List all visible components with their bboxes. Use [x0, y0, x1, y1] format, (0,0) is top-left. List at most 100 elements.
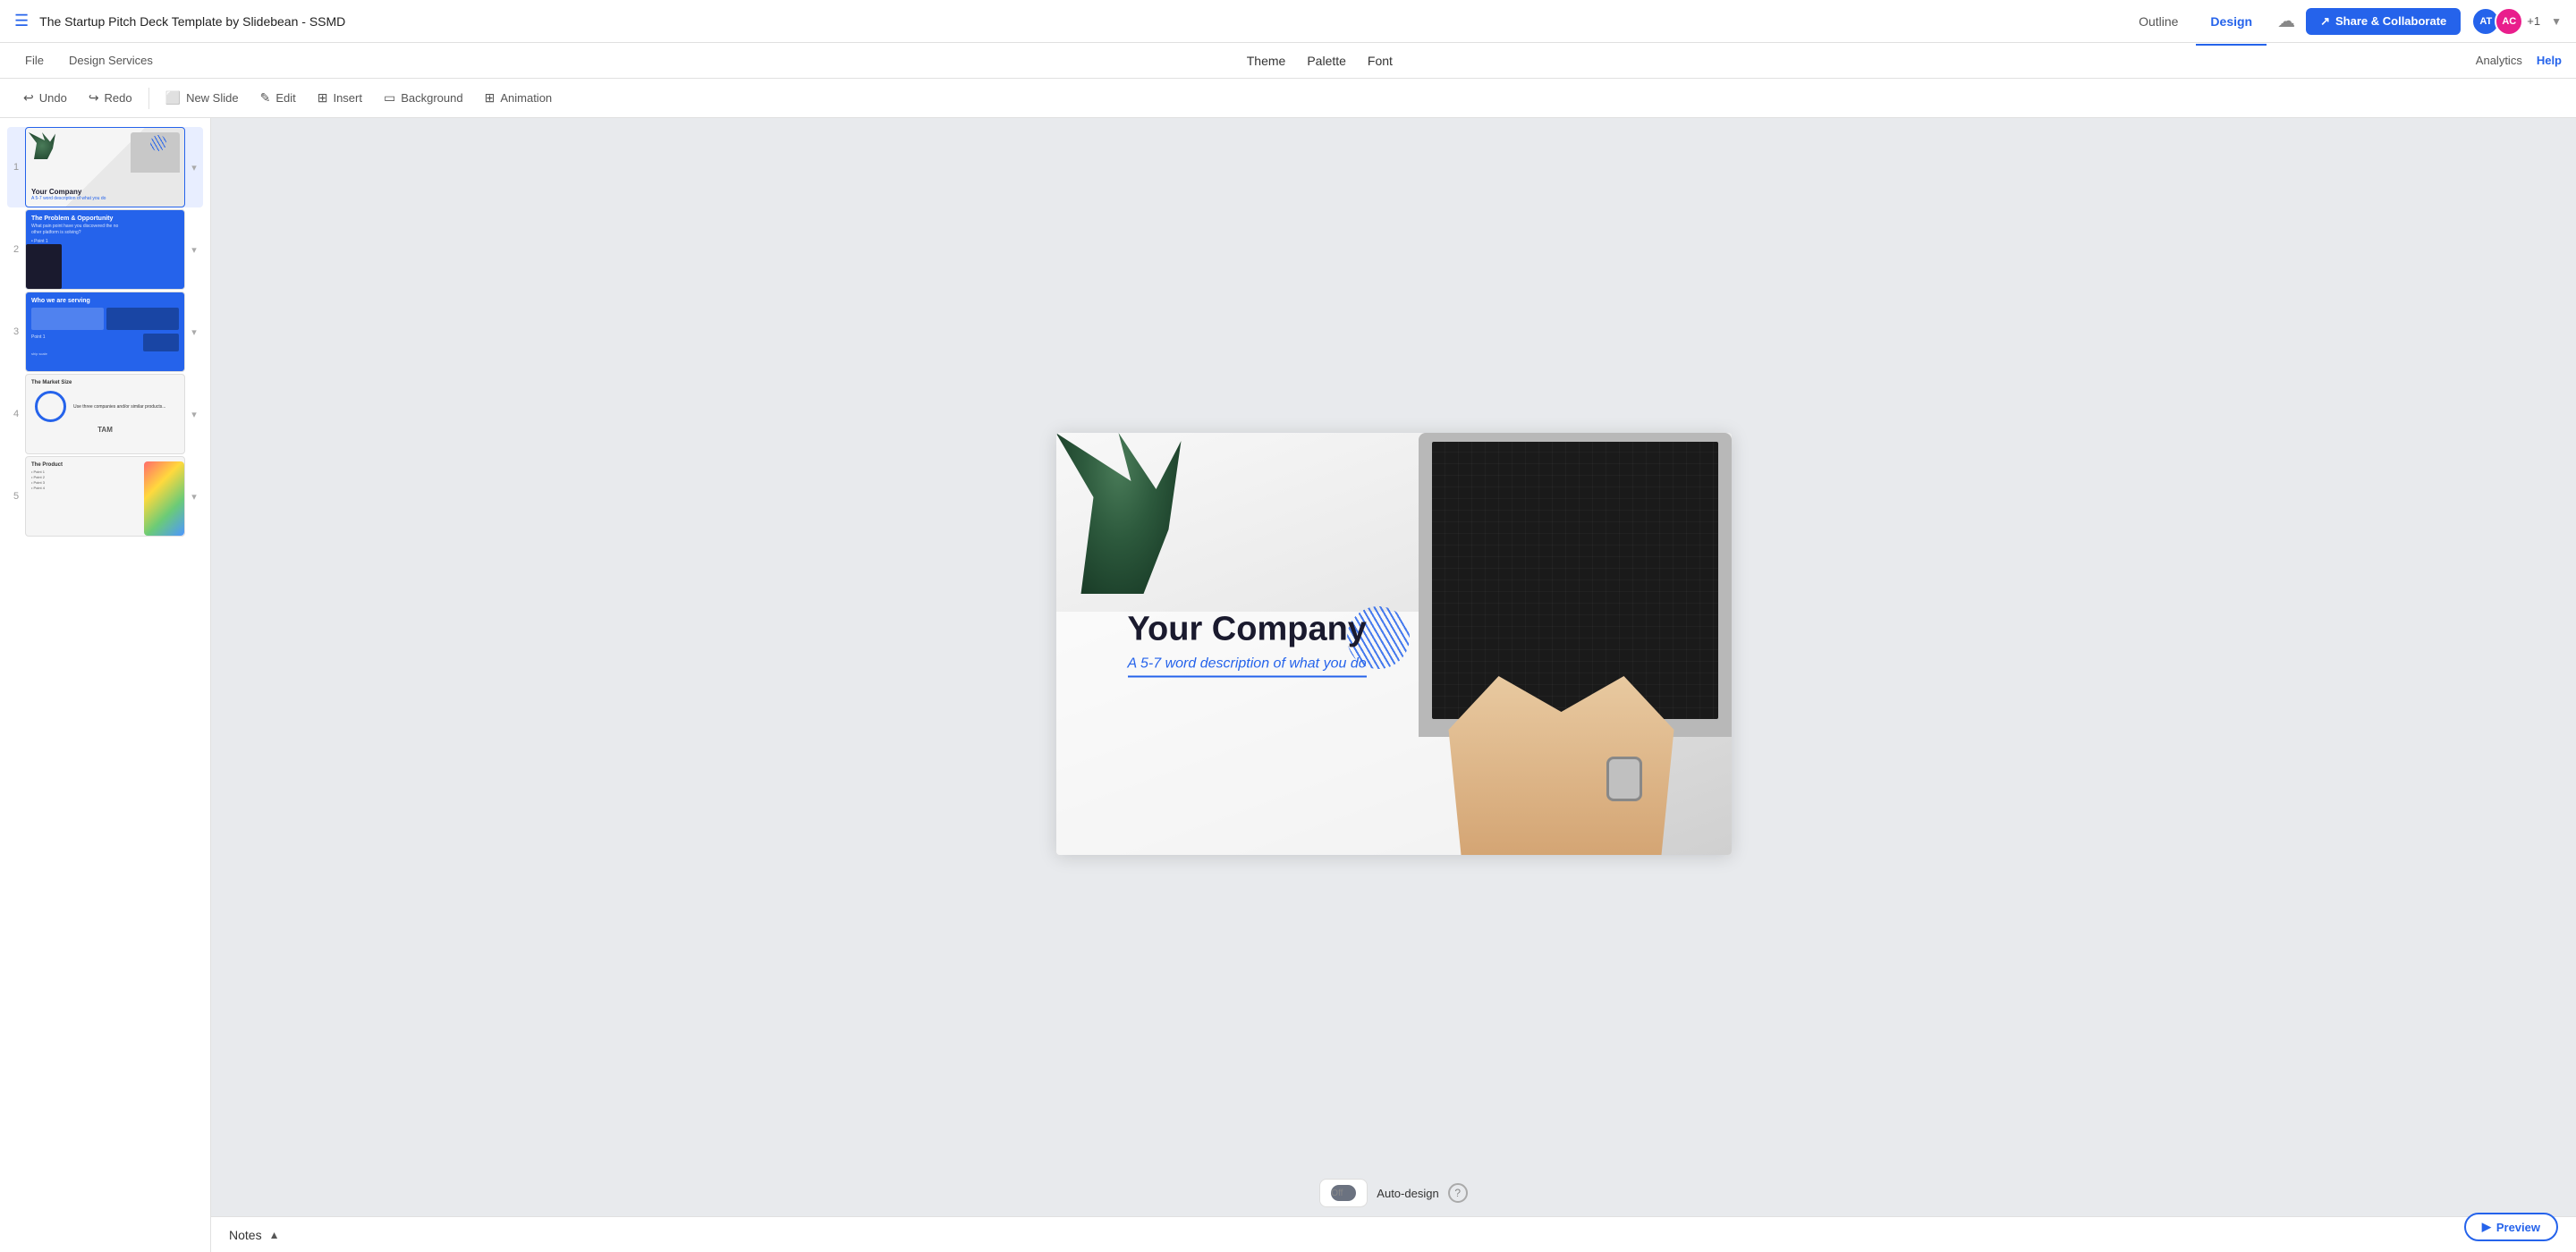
toggle-label: Off: [1331, 1189, 1343, 1198]
slide-description-text[interactable]: A 5-7 word description of what you do: [1128, 656, 1367, 678]
edit-toolbar: ↩ Undo ↪ Redo ⬜ New Slide ✎ Edit ⊞ Inser…: [0, 79, 2576, 118]
auto-design-help-icon[interactable]: ?: [1448, 1183, 1468, 1203]
slide-num-3: 3: [7, 292, 25, 372]
analytics-button[interactable]: Analytics: [2476, 54, 2522, 67]
animation-label: Animation: [500, 91, 552, 105]
tab-design[interactable]: Design: [2196, 9, 2267, 34]
share-collaborate-button[interactable]: ↗ Share & Collaborate: [2306, 8, 2461, 35]
slide-num-4: 4: [7, 374, 25, 454]
slide-watch-image: [1606, 757, 1642, 801]
avatar-count: +1: [2527, 14, 2540, 28]
background-icon: ▭: [384, 90, 395, 106]
slide-thumb-2: The Problem & Opportunity What pain poin…: [25, 209, 185, 290]
preview-icon: ▶: [2482, 1220, 2491, 1234]
thumb-2-img: [26, 244, 62, 289]
avatar-dropdown-arrow[interactable]: ▼: [2551, 15, 2562, 28]
design-services-menu[interactable]: Design Services: [58, 49, 164, 72]
slide-canvas[interactable]: Your Company A 5-7 word description of w…: [1056, 433, 1732, 855]
animation-button[interactable]: ⊞ Animation: [476, 85, 562, 111]
thumb-4-tam: TAM: [31, 426, 179, 434]
preview-label: Preview: [2496, 1221, 2540, 1234]
thumb-3-row1: [31, 308, 179, 330]
main-area: 1 Your Company A 5-7 word description of…: [0, 118, 2576, 1252]
second-toolbar: File Design Services Theme Palette Font …: [0, 43, 2576, 79]
separator-1: [148, 88, 149, 109]
thumb-2-title: The Problem & Opportunity: [31, 216, 179, 222]
slides-panel: 1 Your Company A 5-7 word description of…: [0, 118, 211, 1252]
edit-icon: ✎: [260, 90, 271, 106]
slide-thumb-3: Who we are serving Point 1 ship scale: [25, 292, 185, 372]
canvas-wrapper: Your Company A 5-7 word description of w…: [211, 118, 2576, 1170]
cloud-icon[interactable]: ☁: [2277, 10, 2295, 32]
slide-num-1: 1: [7, 127, 25, 207]
thumb-2-p1: What pain point have you discovered the …: [31, 224, 179, 229]
slide-5-chevron[interactable]: ▾: [185, 456, 203, 537]
thumb-3-title: Who we are serving: [31, 298, 179, 304]
thumb-1-title: Your Company: [31, 188, 179, 196]
share-icon: ↗: [2320, 14, 2330, 29]
edit-button[interactable]: ✎ Edit: [251, 85, 305, 111]
slide-item-3[interactable]: 3 Who we are serving Point 1 ship scale …: [7, 292, 203, 372]
redo-button[interactable]: ↪ Redo: [80, 85, 141, 111]
undo-icon: ↩: [23, 90, 34, 106]
slide-text-area: Your Company A 5-7 word description of w…: [1128, 611, 1367, 678]
slide-4-chevron[interactable]: ▾: [185, 374, 203, 454]
second-bar-right: Analytics Help: [2476, 54, 2562, 67]
notes-chevron-icon[interactable]: ▲: [269, 1229, 280, 1241]
theme-button[interactable]: Theme: [1247, 54, 1286, 68]
auto-design-bar: Off Auto-design ?: [211, 1170, 2576, 1216]
insert-button[interactable]: ⊞ Insert: [309, 85, 371, 111]
slide-thumb-5: The Product • Point 1 • Point 2 • Point …: [25, 456, 185, 537]
new-slide-label: New Slide: [186, 91, 239, 105]
nav-tabs: Outline Design: [2124, 9, 2267, 34]
tab-outline[interactable]: Outline: [2124, 9, 2192, 34]
slide-3-chevron[interactable]: ▾: [185, 292, 203, 372]
auto-design-toggle[interactable]: Off: [1319, 1179, 1368, 1207]
notes-label[interactable]: Notes: [229, 1228, 262, 1242]
redo-icon: ↪: [89, 90, 99, 106]
avatar-ac: AC: [2495, 7, 2523, 36]
slide-laptop-screen: [1432, 442, 1718, 719]
toggle-switch[interactable]: Off: [1331, 1185, 1356, 1201]
edit-label: Edit: [275, 91, 295, 105]
notes-bar: Notes ▲ ▶ Preview: [211, 1216, 2576, 1252]
slide-item-1[interactable]: 1 Your Company A 5-7 word description of…: [7, 127, 203, 207]
thumb-5-img: [144, 461, 184, 536]
redo-label: Redo: [105, 91, 132, 105]
undo-label: Undo: [39, 91, 67, 105]
app-title: The Startup Pitch Deck Template by Slide…: [39, 14, 2114, 29]
file-menu[interactable]: File: [14, 49, 55, 72]
insert-label: Insert: [333, 91, 362, 105]
thumb-4-title: The Market Size: [31, 380, 179, 385]
slide-2-chevron[interactable]: ▾: [185, 209, 203, 290]
thumb-2-p2: other platform is solving?: [31, 230, 179, 235]
slide-company-title[interactable]: Your Company: [1128, 611, 1367, 649]
nav-right: ☁ ↗ Share & Collaborate AT AC +1 ▼: [2277, 7, 2562, 36]
top-nav: ☰ The Startup Pitch Deck Template by Sli…: [0, 0, 2576, 43]
slide-1-chevron[interactable]: ▾: [185, 127, 203, 207]
slide-item-4[interactable]: 4 The Market Size Use three companies an…: [7, 374, 203, 454]
background-label: Background: [401, 91, 462, 105]
animation-icon: ⊞: [485, 90, 496, 106]
help-button[interactable]: Help: [2537, 54, 2562, 67]
canvas-area: Your Company A 5-7 word description of w…: [211, 118, 2576, 1252]
second-bar-left: File Design Services: [14, 49, 164, 72]
palette-button[interactable]: Palette: [1307, 54, 1346, 68]
undo-button[interactable]: ↩ Undo: [14, 85, 76, 111]
slide-thumb-1: Your Company A 5-7 word description of w…: [25, 127, 185, 207]
font-button[interactable]: Font: [1368, 54, 1393, 68]
share-label: Share & Collaborate: [2335, 14, 2446, 28]
menu-icon[interactable]: ☰: [14, 12, 29, 30]
slide-num-5: 5: [7, 456, 25, 537]
background-button[interactable]: ▭ Background: [375, 85, 472, 111]
second-bar-center: Theme Palette Font: [164, 54, 2476, 68]
slide-item-5[interactable]: 5 The Product • Point 1 • Point 2 • Poin…: [7, 456, 203, 537]
avatar-group: AT AC +1: [2471, 7, 2540, 36]
insert-icon: ⊞: [318, 90, 328, 106]
slide-num-2: 2: [7, 209, 25, 290]
slide-thumb-4: The Market Size Use three companies and/…: [25, 374, 185, 454]
slide-item-2[interactable]: 2 The Problem & Opportunity What pain po…: [7, 209, 203, 290]
new-slide-button[interactable]: ⬜ New Slide: [157, 85, 248, 111]
preview-button[interactable]: ▶ Preview: [2464, 1213, 2558, 1241]
thumb-3-row2: Point 1: [31, 334, 179, 351]
